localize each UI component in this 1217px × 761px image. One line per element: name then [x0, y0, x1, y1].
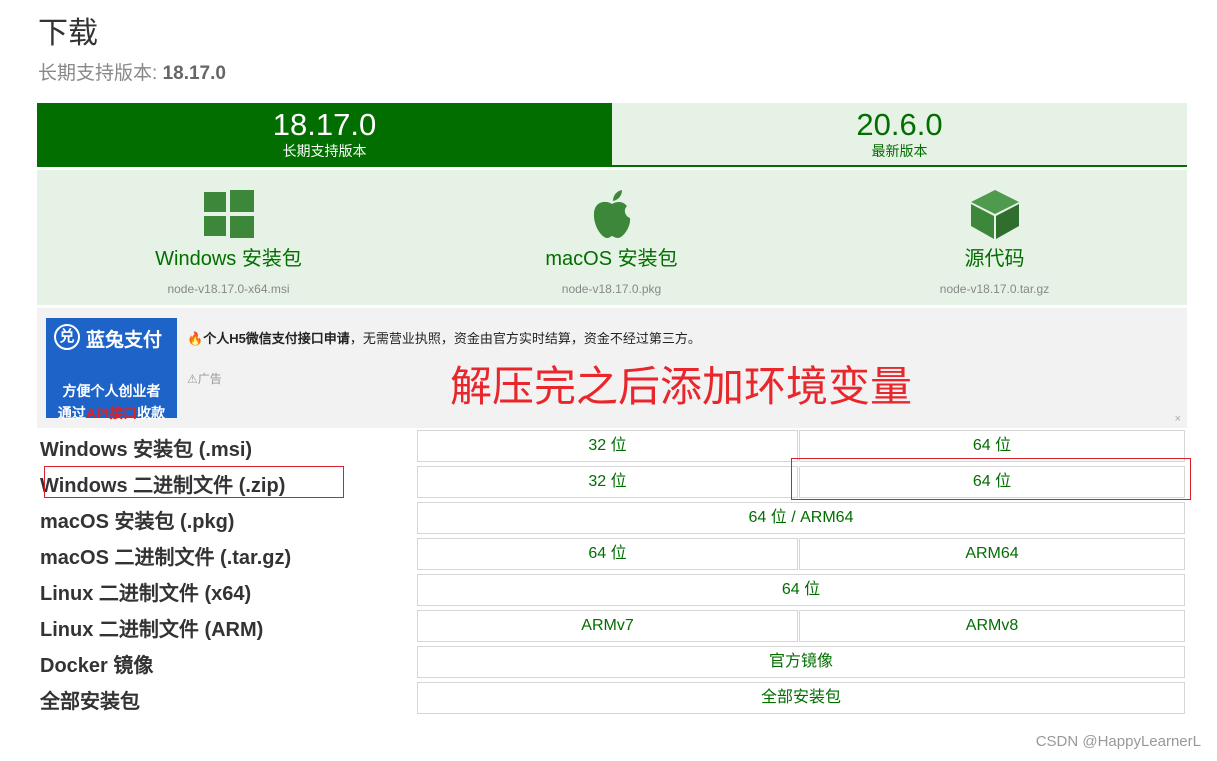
- ad-logo-line2-b: 收款: [137, 405, 166, 421]
- row-label: macOS 二进制文件 (.tar.gz): [40, 547, 292, 569]
- row-label: Docker 镜像: [40, 655, 154, 677]
- ad-tag-label: 广告: [197, 372, 222, 386]
- row-label: 全部安装包: [40, 691, 140, 713]
- tab-lts-label: 长期支持版本: [282, 143, 367, 159]
- download-source-label: 源代码: [964, 248, 1025, 270]
- download-macos-file: node-v18.17.0.pkg: [561, 282, 662, 296]
- ad-text[interactable]: 🔥个人H5微信支付接口申请，无需营业执照，资金由官方实时结算，资金不经过第三方。: [187, 328, 701, 347]
- table-row: macOS 二进制文件 (.tar.gz) 64 位 ARM64: [0, 538, 1217, 570]
- table-row: 全部安装包 全部安装包: [0, 682, 1217, 714]
- highlight-box-button: [791, 458, 1191, 500]
- highlight-box-label: [44, 466, 344, 498]
- download-source-code[interactable]: 源代码 node-v18.17.0.tar.gz: [803, 170, 1186, 305]
- table-row: Linux 二进制文件 (ARM) ARMv7 ARMv8: [0, 610, 1217, 642]
- box-icon: [970, 190, 1019, 239]
- ad-logo-line1: 方便个人创业者: [62, 383, 161, 399]
- ad-logo: 兑 蓝兔支付 方便个人创业者 通过API接口收款: [46, 318, 177, 421]
- download-button[interactable]: 32 位: [417, 430, 798, 462]
- download-button[interactable]: ARMv7: [417, 610, 798, 642]
- annotation-note: 解压完之后添加环境变量: [450, 363, 913, 410]
- fire-icon: 🔥: [187, 331, 204, 346]
- tab-lts-version: 18.17.0: [272, 107, 377, 142]
- download-windows-file: node-v18.17.0-x64.msi: [167, 282, 290, 296]
- ad-brand-icon: 兑: [54, 324, 80, 350]
- lts-subtitle-version: 18.17.0: [162, 63, 226, 84]
- row-label: Linux 二进制文件 (x64): [40, 583, 252, 605]
- tab-current-label: 最新版本: [871, 143, 928, 159]
- tab-lts[interactable]: 18.17.0 长期支持版本: [37, 103, 612, 167]
- version-tabs: 18.17.0 长期支持版本 20.6.0 最新版本: [37, 103, 1187, 167]
- row-label: Windows 安装包 (.msi): [40, 439, 253, 461]
- ad-logo-line2-a: 通过: [57, 405, 86, 421]
- ad-close-button[interactable]: ×: [1175, 413, 1181, 425]
- ad-tag-icon: ⚠: [187, 372, 198, 386]
- page-title: 下载: [38, 17, 98, 50]
- tab-current[interactable]: 20.6.0 最新版本: [612, 103, 1187, 167]
- download-button[interactable]: ARM64: [799, 538, 1185, 570]
- download-button[interactable]: 全部安装包: [417, 682, 1185, 714]
- download-button[interactable]: 64 位: [417, 574, 1185, 606]
- download-button[interactable]: 64 位: [417, 538, 798, 570]
- download-button[interactable]: 32 位: [417, 466, 798, 498]
- download-button[interactable]: 64 位 / ARM64: [417, 502, 1185, 534]
- ad-brand-name: 蓝兔支付: [86, 330, 163, 351]
- download-source-file: node-v18.17.0.tar.gz: [939, 282, 1050, 296]
- watermark: CSDN @HappyLearnerL: [1035, 733, 1201, 750]
- ad-text-bold: 个人H5微信支付接口申请: [203, 331, 350, 346]
- ad-tag: ⚠广告: [187, 370, 222, 387]
- lts-subtitle-label: 长期支持版本:: [38, 63, 163, 84]
- windows-icon: [203, 190, 254, 238]
- lts-subtitle: 长期支持版本: 18.17.0: [38, 58, 226, 85]
- table-row: macOS 安装包 (.pkg) 64 位 / ARM64: [0, 502, 1217, 534]
- download-macos-label: macOS 安装包: [545, 248, 678, 270]
- ad-logo-line2: 通过API接口收款: [46, 403, 177, 423]
- tab-current-version: 20.6.0: [856, 107, 943, 142]
- download-button[interactable]: 官方镜像: [417, 646, 1185, 678]
- download-windows-installer[interactable]: Windows 安装包 node-v18.17.0-x64.msi: [37, 170, 420, 305]
- apple-icon: [593, 190, 630, 238]
- ad-brand: 兑 蓝兔支付: [54, 324, 174, 352]
- row-label: macOS 安装包 (.pkg): [40, 511, 235, 533]
- download-button[interactable]: ARMv8: [799, 610, 1185, 642]
- download-macos-installer[interactable]: macOS 安装包 node-v18.17.0.pkg: [420, 170, 803, 305]
- ad-logo-line2-red: API接口: [85, 405, 138, 421]
- table-row: Docker 镜像 官方镜像: [0, 646, 1217, 678]
- download-panel: Windows 安装包 node-v18.17.0-x64.msi macOS …: [37, 170, 1187, 305]
- download-windows-label: Windows 安装包: [155, 248, 302, 270]
- row-label: Linux 二进制文件 (ARM): [40, 619, 264, 641]
- table-row: Linux 二进制文件 (x64) 64 位: [0, 574, 1217, 606]
- ad-text-rest: ，无需营业执照，资金由官方实时结算，资金不经过第三方。: [349, 331, 701, 346]
